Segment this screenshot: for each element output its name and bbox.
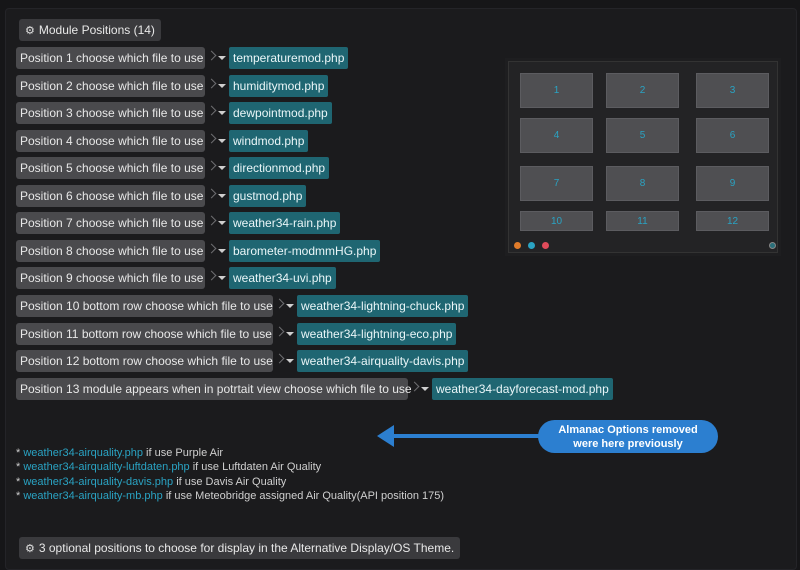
file-select[interactable]: weather34-dayforecast-mod.php bbox=[432, 378, 613, 400]
preview-cell-2: 2 bbox=[606, 73, 679, 108]
note-text: if use Davis Air Quality bbox=[173, 475, 287, 488]
optional-positions-title: 3 optional positions to choose for displ… bbox=[38, 541, 455, 555]
chevron-down-icon[interactable] bbox=[273, 295, 297, 317]
file-select[interactable]: barometer-modmmHG.php bbox=[229, 240, 381, 262]
file-select[interactable]: humiditymod.php bbox=[229, 75, 329, 97]
position-label: Position 9 choose which file to use bbox=[16, 267, 205, 289]
preview-cell-12: 12 bbox=[696, 211, 769, 231]
chevron-down-icon[interactable] bbox=[205, 240, 229, 262]
position-label: Position 13 module appears when in potrt… bbox=[16, 378, 412, 400]
note-line: * weather34-airquality-luftdaten.php if … bbox=[16, 460, 444, 474]
position-label: Position 3 choose which file to use bbox=[16, 102, 205, 124]
position-label: Position 7 choose which file to use bbox=[16, 212, 205, 234]
note-text: if use Purple Air bbox=[143, 447, 224, 459]
settings-dot-icon bbox=[769, 242, 776, 249]
position-row-7: Position 7 choose which file to use weath… bbox=[16, 212, 341, 234]
preview-cell-1: 1 bbox=[520, 73, 593, 108]
position-label: Position 6 choose which file to use bbox=[16, 185, 205, 207]
position-label: Position 11 bottom row choose which file… bbox=[16, 323, 273, 345]
position-row-5: Position 5 choose which file to use direc… bbox=[16, 157, 330, 179]
position-row-12: Position 12 bottom row choose which file… bbox=[16, 350, 469, 372]
preview-cell-6: 6 bbox=[696, 118, 769, 153]
status-dot bbox=[528, 242, 535, 249]
position-row-6: Position 6 choose which file to use gustm… bbox=[16, 185, 307, 207]
note-line: * weather34-airquality.php if use Purple… bbox=[16, 446, 444, 460]
position-label: Position 1 choose which file to use bbox=[16, 47, 205, 69]
preview-cell-8: 8 bbox=[606, 166, 679, 201]
chevron-down-icon[interactable] bbox=[205, 212, 229, 234]
position-label: Position 12 bottom row choose which file… bbox=[16, 350, 273, 372]
position-label: Position 8 choose which file to use bbox=[16, 240, 205, 262]
file-select[interactable]: weather34-lightning-eco.php bbox=[297, 323, 457, 345]
position-row-1: Position 1 choose which file to use tempe… bbox=[16, 47, 349, 69]
preview-cell-11: 11 bbox=[606, 211, 679, 231]
position-row-3: Position 3 choose which file to use dewpo… bbox=[16, 102, 332, 124]
arrow-shaft bbox=[392, 434, 540, 438]
gear-icon: ⚙ bbox=[25, 542, 35, 555]
chevron-down-icon[interactable] bbox=[205, 157, 229, 179]
file-select[interactable]: windmod.php bbox=[229, 130, 309, 152]
almanac-callout: Almanac Options removed were here previo… bbox=[538, 420, 718, 453]
callout-line-2: were here previously bbox=[573, 437, 683, 450]
file-link[interactable]: weather34-airquality-mb.php bbox=[23, 490, 162, 502]
note-line: * weather34-airquality-davis.php if use … bbox=[16, 475, 444, 489]
file-select[interactable]: temperaturemod.php bbox=[229, 47, 349, 69]
file-link[interactable]: weather34-airquality.php bbox=[23, 447, 143, 459]
chevron-down-icon[interactable] bbox=[205, 130, 229, 152]
arrow-left-icon bbox=[377, 425, 394, 447]
module-positions-title: Module Positions (14) bbox=[38, 23, 155, 37]
position-row-9: Position 9 choose which file to use weath… bbox=[16, 267, 336, 289]
chevron-down-icon[interactable] bbox=[273, 323, 297, 345]
file-select[interactable]: dewpointmod.php bbox=[229, 102, 332, 124]
position-row-13: Position 13 module appears when in potrt… bbox=[16, 378, 613, 400]
status-dot bbox=[514, 242, 521, 249]
file-select[interactable]: directionmod.php bbox=[229, 157, 330, 179]
preview-cell-9: 9 bbox=[696, 166, 769, 201]
position-label: Position 2 choose which file to use bbox=[16, 75, 205, 97]
file-link[interactable]: weather34-airquality-davis.php bbox=[23, 476, 173, 488]
position-row-2: Position 2 choose which file to use humid… bbox=[16, 75, 329, 97]
gear-icon: ⚙ bbox=[25, 24, 35, 37]
position-label: Position 4 choose which file to use bbox=[16, 130, 205, 152]
file-select[interactable]: weather34-airquality-davis.php bbox=[297, 350, 469, 372]
position-label: Position 10 bottom row choose which file… bbox=[16, 295, 273, 317]
chevron-down-icon[interactable] bbox=[205, 47, 229, 69]
chevron-down-icon[interactable] bbox=[205, 102, 229, 124]
file-select[interactable]: gustmod.php bbox=[229, 185, 307, 207]
callout-line-1: Almanac Options removed bbox=[558, 423, 698, 436]
chevron-down-icon[interactable] bbox=[205, 267, 229, 289]
note-line: * weather34-airquality-mb.php if use Met… bbox=[16, 489, 444, 503]
preview-cell-4: 4 bbox=[520, 118, 593, 153]
file-link[interactable]: weather34-airquality-luftdaten.php bbox=[23, 461, 189, 473]
note-text: if use Meteobridge assigned Air Quality(… bbox=[162, 490, 445, 503]
chevron-down-icon[interactable] bbox=[205, 185, 229, 207]
position-row-4: Position 4 choose which file to use windm… bbox=[16, 130, 309, 152]
optional-positions-header[interactable]: ⚙ 3 optional positions to choose for dis… bbox=[19, 537, 461, 559]
preview-cell-5: 5 bbox=[606, 118, 679, 153]
position-label: Position 5 choose which file to use bbox=[16, 157, 205, 179]
layout-preview: 1 2 3 4 5 6 7 8 9 10 11 12 bbox=[508, 61, 778, 253]
note-text: if use Luftdaten Air Quality bbox=[189, 461, 322, 474]
position-row-11: Position 11 bottom row choose which file… bbox=[16, 323, 457, 345]
preview-cell-3: 3 bbox=[696, 73, 769, 108]
chevron-down-icon[interactable] bbox=[408, 378, 432, 400]
position-row-10: Position 10 bottom row choose which file… bbox=[16, 295, 469, 317]
module-positions-header[interactable]: ⚙ Module Positions (14) bbox=[19, 19, 161, 41]
position-row-8: Position 8 choose which file to use barom… bbox=[16, 240, 381, 262]
chevron-down-icon[interactable] bbox=[273, 350, 297, 372]
status-dot bbox=[542, 242, 549, 249]
preview-cell-7: 7 bbox=[520, 166, 593, 201]
airquality-notes: * weather34-airquality.php if use Purple… bbox=[16, 446, 444, 504]
preview-cell-10: 10 bbox=[520, 211, 593, 231]
chevron-down-icon[interactable] bbox=[205, 75, 229, 97]
file-select[interactable]: weather34-lightning-chuck.php bbox=[297, 295, 469, 317]
file-select[interactable]: weather34-uvi.php bbox=[229, 267, 336, 289]
file-select[interactable]: weather34-rain.php bbox=[229, 212, 341, 234]
